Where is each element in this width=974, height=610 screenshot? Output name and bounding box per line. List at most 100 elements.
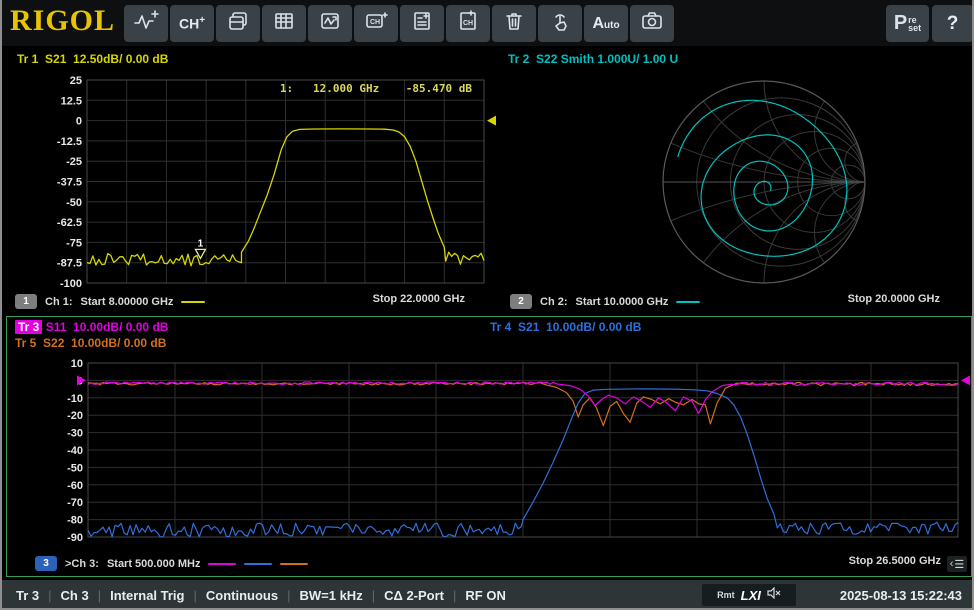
y-axis-tick: -100: [60, 278, 82, 290]
channel1-badge[interactable]: 1: [15, 294, 37, 309]
menu-collapse-icon[interactable]: ‹☰: [947, 556, 967, 572]
window-channel1[interactable]: 2512.50-12.5-25-37.5-50-62.5-75-87.5-100…: [7, 48, 499, 314]
trace2-header[interactable]: Tr 2 S22 Smith 1.000U/ 1.00 U: [508, 52, 678, 66]
channel2-badge[interactable]: 2: [510, 294, 532, 309]
y-axis-tick: -90: [67, 532, 83, 544]
y-axis-tick: -70: [67, 497, 83, 509]
y-axis-tick: -30: [67, 428, 83, 440]
auto-icon: Auto: [592, 15, 619, 33]
status-separator: |: [193, 588, 196, 603]
y-axis-tick: -50: [67, 462, 83, 474]
screenshot-button[interactable]: [630, 5, 674, 42]
datetime: 2025-08-13 15:22:43: [840, 580, 962, 610]
channel-settings-button[interactable]: CH: [446, 5, 490, 42]
channel2-start[interactable]: Start 10.0000 GHz: [576, 296, 669, 308]
toolbar: RIGOL CH+ CH CH: [2, 0, 972, 46]
status-items: Tr 3 | Ch 3 | Internal Trig | Continuous | BW=1 …: [16, 588, 506, 603]
svg-text:CH: CH: [463, 20, 473, 27]
lxi-indicator: LXI: [741, 588, 761, 603]
status-item[interactable]: Internal Trig: [110, 588, 184, 603]
channel-add-icon: CH+: [179, 15, 205, 32]
status-item[interactable]: Continuous: [206, 588, 278, 603]
window-channel-icon: CH: [363, 9, 389, 38]
status-separator: |: [287, 588, 290, 603]
channel3-start[interactable]: Start 500.000 MHz: [107, 558, 201, 570]
y-axis-tick: -50: [66, 197, 82, 209]
y-axis-tick: 10: [71, 358, 83, 370]
rigol-logo: RIGOL: [10, 4, 115, 38]
stacked-windows-icon: [226, 9, 250, 38]
trace1-color-key: [181, 301, 205, 303]
toolbar-buttons: CH+ CH CH: [124, 5, 674, 42]
y-axis-tick: -75: [66, 237, 82, 249]
add-trace-button[interactable]: [124, 5, 168, 42]
trace3-color-key: [208, 563, 236, 565]
marker1-readout: 1: 12.000 GHz -85.470 dB: [280, 82, 472, 95]
channel1-start[interactable]: Start 8.00000 GHz: [81, 296, 174, 308]
delete-button[interactable]: [492, 5, 536, 42]
trace3-active-badge[interactable]: Tr 3: [15, 320, 42, 334]
reference-level-indicator[interactable]: [487, 116, 496, 126]
status-separator: |: [48, 588, 51, 603]
channel1-stop[interactable]: Stop 22.0000 GHz: [373, 293, 465, 305]
window-channel2[interactable]: Tr 2 S22 Smith 1.000U/ 1.00 U 2 Ch 2: St…: [502, 48, 972, 314]
y-axis-tick: -25: [66, 156, 82, 168]
trace-window-button[interactable]: [308, 5, 352, 42]
y-axis-tick: -40: [67, 445, 83, 457]
channel-window-button[interactable]: CH: [354, 5, 398, 42]
remote-indicator: Rmt: [717, 590, 735, 600]
trace1-header[interactable]: Tr 1 S21 12.50dB/ 0.00 dB: [17, 52, 168, 66]
touch-button[interactable]: [538, 5, 582, 42]
table-icon: [272, 9, 296, 38]
trace-settings-button[interactable]: [400, 5, 444, 42]
y-axis-tick: -20: [67, 410, 83, 422]
smith-chart-svg: [502, 48, 972, 314]
trace5-header[interactable]: Tr 5 S22 10.00dB/ 0.00 dB: [15, 336, 166, 350]
mute-icon[interactable]: [767, 586, 781, 604]
document-trace-icon: [410, 9, 434, 38]
status-bar: Tr 3 | Ch 3 | Internal Trig | Continuous | BW=1 …: [2, 580, 972, 610]
status-item[interactable]: RF ON: [465, 588, 505, 603]
y-axis-tick: -80: [67, 515, 83, 527]
status-separator: |: [453, 588, 456, 603]
trace5-color-key: [280, 563, 308, 565]
document-channel-icon: CH: [456, 9, 480, 38]
channel1-label: Ch 1:: [45, 296, 73, 308]
trace4-color-key: [244, 563, 272, 565]
reference-level-indicator[interactable]: [961, 375, 970, 385]
y-axis-tick: 25: [70, 75, 82, 87]
status-item[interactable]: Tr 3: [16, 588, 39, 603]
status-item[interactable]: Ch 3: [61, 588, 89, 603]
y-axis-tick: 12.5: [61, 95, 82, 107]
trace-add-icon: [133, 9, 159, 38]
touch-icon: [548, 9, 572, 38]
window-channel3-active[interactable]: 100-10-20-30-40-50-60-70-80-90 Tr 3 S11 …: [6, 316, 972, 577]
auto-scale-button[interactable]: Auto: [584, 5, 628, 42]
status-item[interactable]: BW=1 kHz: [299, 588, 362, 603]
help-icon: ?: [947, 13, 959, 35]
marker-label: 1: [198, 238, 204, 249]
help-button[interactable]: ?: [932, 5, 973, 42]
trace-s22-smith: [678, 100, 847, 256]
status-item[interactable]: CΔ 2-Port: [384, 588, 444, 603]
window-trace-icon: [318, 9, 342, 38]
trace4-header[interactable]: Tr 4 S21 10.00dB/ 0.00 dB: [490, 320, 641, 334]
channel2-stop[interactable]: Stop 20.0000 GHz: [848, 293, 940, 305]
y-axis-tick: -37.5: [57, 177, 82, 189]
channel3-badge[interactable]: 3: [35, 556, 57, 571]
preset-icon: P reset: [894, 12, 921, 35]
y-axis-tick: -62.5: [57, 217, 82, 229]
channel2-label: Ch 2:: [540, 296, 568, 308]
trace3-header[interactable]: Tr 3 S11 10.00dB/ 0.00 dB: [15, 320, 168, 334]
svg-text:CH: CH: [370, 19, 380, 26]
trash-icon: [502, 9, 526, 38]
camera-icon: [640, 9, 664, 38]
y-axis-tick: -87.5: [57, 258, 82, 270]
vna-screen: RIGOL CH+ CH CH: [0, 0, 974, 610]
table-view-button[interactable]: [262, 5, 306, 42]
window-layout-button[interactable]: [216, 5, 260, 42]
channel3-stop[interactable]: Stop 26.5000 GHz: [849, 555, 941, 567]
preset-button[interactable]: P reset: [886, 5, 929, 42]
add-channel-button[interactable]: CH+: [170, 5, 214, 42]
trace2-color-key: [676, 301, 700, 303]
